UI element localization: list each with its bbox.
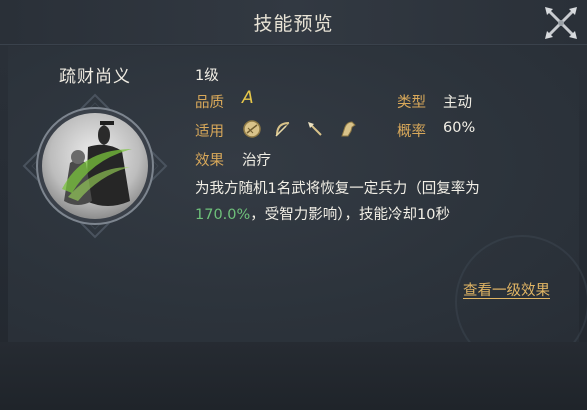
- quality-value: A: [242, 88, 254, 108]
- skill-level: 1级: [195, 68, 219, 84]
- shield-unit-icon: [243, 120, 261, 138]
- effect-value: 治疗: [242, 153, 271, 169]
- type-label: 类型: [397, 95, 426, 111]
- skill-description-line1: 为我方随机1名武将恢复一定兵力（回复率为: [195, 181, 480, 197]
- skill-preview-panel: 技能预览 疏财尚义 1级 品质 A 类型 主动 适用 概率 60% 效果 治疗 …: [0, 0, 587, 410]
- view-level1-effect-link[interactable]: 查看一级效果: [463, 279, 550, 300]
- bow-unit-icon: [275, 122, 290, 137]
- effect-label: 效果: [195, 153, 224, 169]
- skill-portrait: [22, 93, 168, 239]
- skill-name: 疏财尚义: [59, 67, 131, 87]
- header-bar: 技能预览: [0, 0, 587, 45]
- close-icon[interactable]: [541, 4, 581, 42]
- quality-label: 品质: [195, 95, 224, 111]
- skill-description-rest: ，受智力影响），技能冷却10秒: [250, 207, 450, 223]
- page-title: 技能预览: [253, 13, 334, 35]
- footer-bar: [0, 342, 587, 410]
- applicable-label: 适用: [195, 124, 224, 140]
- chance-value: 60%: [443, 120, 476, 136]
- spear-unit-icon: [308, 122, 322, 136]
- type-value: 主动: [443, 95, 472, 111]
- cavalry-unit-icon: [341, 121, 356, 137]
- chance-label: 概率: [397, 124, 426, 140]
- heal-rate-value: 170.0%: [195, 207, 251, 223]
- skill-description-line2: 170.0%，受智力影响），技能冷却10秒: [195, 203, 450, 224]
